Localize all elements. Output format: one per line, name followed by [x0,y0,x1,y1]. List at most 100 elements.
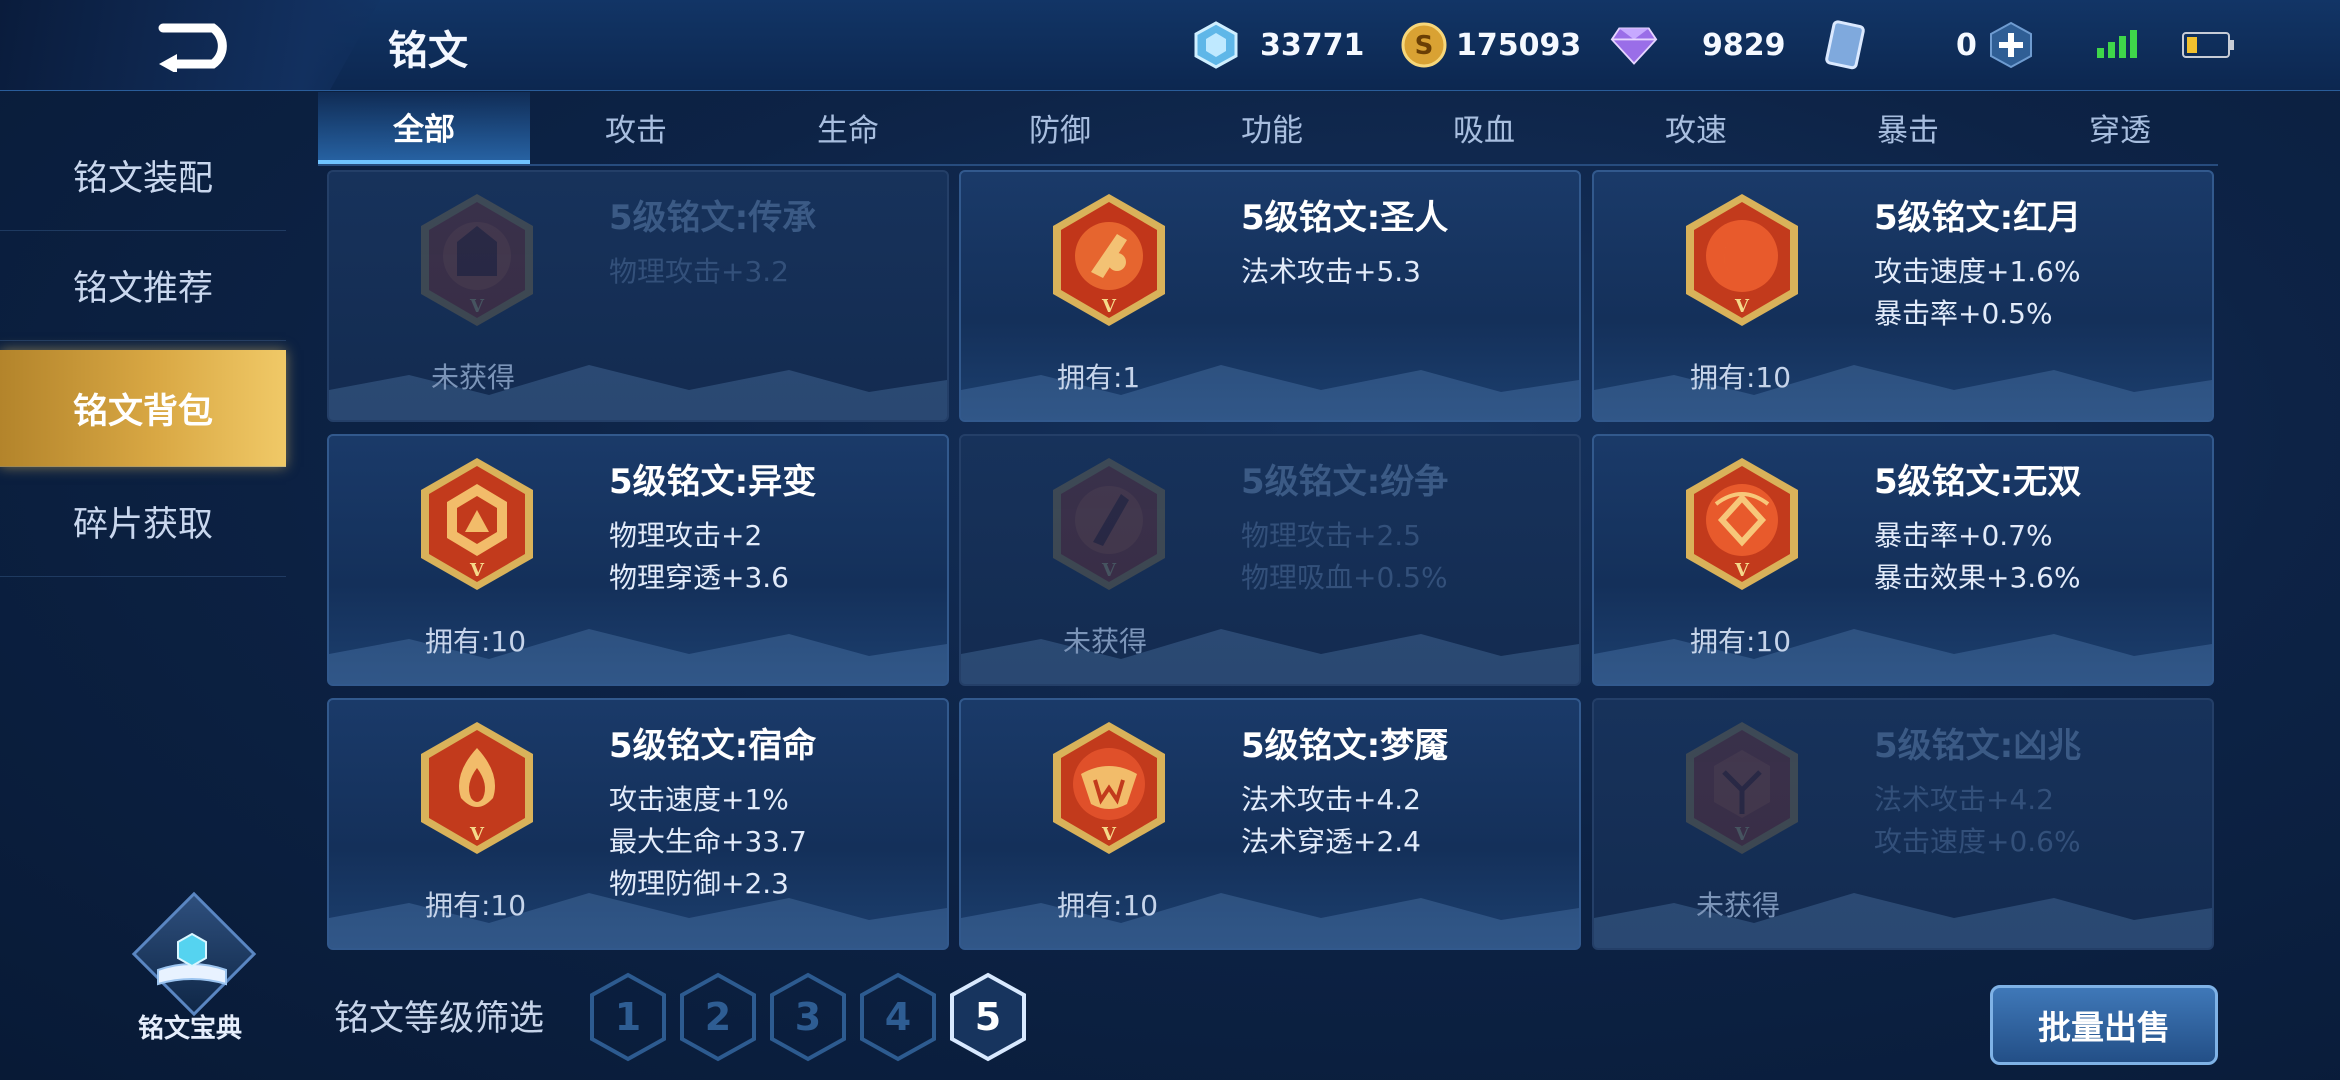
level-filter-3[interactable]: 3 [768,972,848,1062]
tab-attack-speed[interactable]: 攻速 [1590,92,1802,162]
level-filter-4[interactable]: 4 [858,972,938,1062]
back-arrow-icon [158,23,227,72]
tab-label: 生命 [817,112,879,149]
ticket-currency: 0 [1822,18,2035,72]
diamond-currency: 33771 [1192,18,1364,72]
svg-text:V: V [469,560,485,581]
level-number: 3 [794,995,822,1039]
mountain-decoration [961,365,1579,420]
plus-icon [1989,21,2032,69]
mountain-decoration [329,629,947,684]
inscription-attribute: 法术攻击+5.3 [1241,255,1421,288]
sidebar-item-backpack[interactable]: 铭文背包 [0,350,286,467]
inscription-emblem-icon: V [1680,190,1804,332]
owned-count: 未获得 [1063,625,1148,658]
tab-crit[interactable]: 暴击 [1802,92,2014,162]
sidebar: 铭文装配 铭文推荐 铭文背包 碎片获取 铭文宝典 [0,90,286,1080]
level-filter-1[interactable]: 1 [588,972,668,1062]
tab-label: 攻击 [605,112,667,149]
level-number: 4 [884,995,912,1039]
inscription-attribute: 物理防御+2.3 [609,867,789,900]
inscription-attribute: 暴击效果+3.6% [1874,561,2081,594]
inscription-name: 5级铭文:凶兆 [1874,726,2082,766]
inscription-card[interactable]: V 5级铭文:无双 暴击率+0.7% 暴击效果+3.6% 拥有:10 [1592,434,2214,686]
tab-attack[interactable]: 攻击 [530,92,742,162]
owned-count: 拥有:10 [1057,889,1159,922]
inscription-attribute: 法术攻击+4.2 [1241,783,1421,816]
svg-text:V: V [1101,824,1117,845]
page-title: 铭文 [388,28,468,74]
owned-count: 拥有:10 [425,889,527,922]
gem-icon [1610,21,1658,69]
level-number: 2 [704,995,732,1039]
gem-currency: 9829 [1610,18,1786,72]
gold-currency: S 175093 [1400,18,1581,72]
signal-icon [2097,30,2137,58]
inscription-attribute: 物理穿透+3.6 [609,561,789,594]
book-icon [157,932,227,986]
owned-count: 拥有:1 [1057,361,1141,394]
gold-coin-icon: S [1400,21,1448,69]
inscription-attribute: 攻击速度+0.6% [1874,825,2081,858]
tab-label: 攻速 [1665,112,1727,149]
tab-label: 吸血 [1453,112,1515,149]
battery-icon [2182,32,2234,58]
tab-all[interactable]: 全部 [318,92,530,164]
svg-text:V: V [1734,296,1750,317]
inscription-emblem-icon: V [415,718,539,860]
inscription-card[interactable]: V 5级铭文:传承 物理攻击+3.2 未获得 [327,170,949,422]
sidebar-item-equip[interactable]: 铭文装配 [0,120,286,231]
tab-label: 暴击 [1877,112,1939,149]
svg-text:V: V [469,296,485,317]
ticket-card-icon [1822,20,1870,70]
mountain-decoration [1594,893,2212,948]
tab-lifesteal[interactable]: 吸血 [1378,92,1590,162]
inscription-card[interactable]: V 5级铭文:圣人 法术攻击+5.3 拥有:1 [959,170,1581,422]
svg-text:S: S [1415,31,1434,61]
level-filter-5[interactable]: 5 [948,972,1028,1062]
owned-count: 未获得 [1696,889,1781,922]
level-filter-label: 铭文等级筛选 [334,999,545,1039]
tab-utility[interactable]: 功能 [1166,92,1378,162]
inscription-card[interactable]: V 5级铭文:梦魇 法术攻击+4.2 法术穿透+2.4 拥有:10 [959,698,1581,950]
inscription-emblem-icon: V [1680,454,1804,596]
owned-count: 未获得 [431,361,516,394]
inscription-attribute: 暴击率+0.5% [1874,297,2053,330]
inscription-attribute: 暴击率+0.7% [1874,519,2053,552]
inscription-attribute: 物理攻击+3.2 [609,255,789,288]
batch-sell-button[interactable]: 批量出售 [1990,985,2218,1065]
inscription-card[interactable]: V 5级铭文:纷争 物理攻击+2.5 物理吸血+0.5% 未获得 [959,434,1581,686]
back-button[interactable] [0,0,380,90]
tab-label: 防御 [1029,112,1091,149]
level-filter-2[interactable]: 2 [678,972,758,1062]
inscription-card[interactable]: V 5级铭文:红月 攻击速度+1.6% 暴击率+0.5% 拥有:10 [1592,170,2214,422]
tab-label: 功能 [1241,112,1303,149]
inscription-card[interactable]: V 5级铭文:异变 物理攻击+2 物理穿透+3.6 拥有:10 [327,434,949,686]
tab-health[interactable]: 生命 [742,92,954,162]
tab-penetration[interactable]: 穿透 [2014,92,2226,162]
inscription-emblem-icon: V [1047,454,1171,596]
sidebar-item-label: 铭文推荐 [72,268,213,309]
tab-defense[interactable]: 防御 [954,92,1166,162]
mountain-decoration [1594,629,2212,684]
mountain-decoration [1594,365,2212,420]
tab-label: 穿透 [2089,112,2151,149]
owned-count: 拥有:10 [1690,625,1792,658]
add-currency-button[interactable] [1987,21,2035,69]
inscription-name: 5级铭文:梦魇 [1241,726,1449,766]
inscription-attribute: 法术攻击+4.2 [1874,783,2054,816]
sidebar-item-label: 碎片获取 [72,504,213,545]
owned-count: 拥有:10 [425,625,527,658]
inscription-name: 5级铭文:无双 [1874,462,2082,502]
svg-text:V: V [1734,560,1750,581]
sidebar-item-fragments[interactable]: 碎片获取 [0,466,286,577]
mountain-decoration [961,893,1579,948]
mountain-decoration [961,629,1579,684]
inscription-card[interactable]: V 5级铭文:凶兆 法术攻击+4.2 攻击速度+0.6% 未获得 [1592,698,2214,950]
inscription-emblem-icon: V [1680,718,1804,860]
inscription-card[interactable]: V 5级铭文:宿命 攻击速度+1% 最大生命+33.7 物理防御+2.3 拥有:… [327,698,949,950]
batch-sell-label: 批量出售 [2038,1008,2170,1047]
sidebar-item-recommend[interactable]: 铭文推荐 [0,230,286,341]
inscription-emblem-icon: V [415,454,539,596]
sidebar-item-label: 铭文装配 [72,158,213,199]
